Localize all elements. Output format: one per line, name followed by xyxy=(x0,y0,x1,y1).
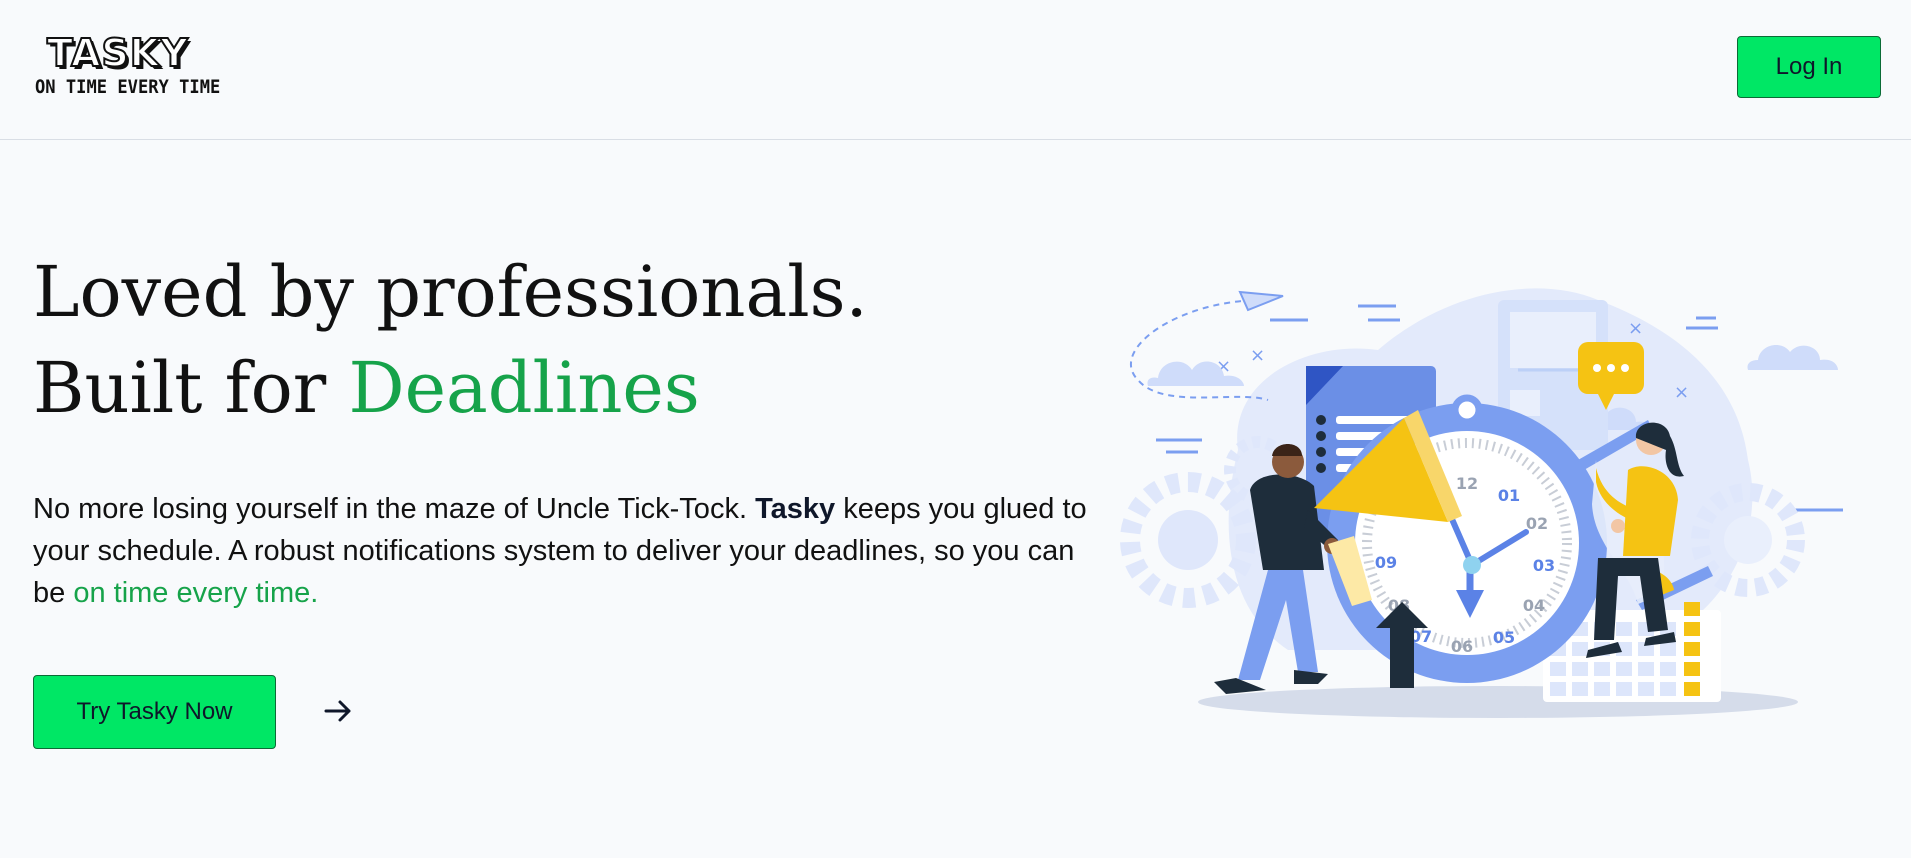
svg-text:04: 04 xyxy=(1523,596,1545,615)
tasky-logo[interactable]: TASKY ON TIME EVERY TIME xyxy=(35,31,225,98)
site-header: TASKY ON TIME EVERY TIME Log In xyxy=(0,0,1911,140)
svg-text:×: × xyxy=(1250,345,1265,366)
svg-text:12: 12 xyxy=(1456,474,1478,493)
svg-text:03: 03 xyxy=(1533,556,1555,575)
svg-text:01: 01 xyxy=(1498,486,1520,505)
description-brand: Tasky xyxy=(755,493,836,525)
svg-text:×: × xyxy=(1628,318,1643,339)
headline-line-2-prefix: Built for xyxy=(33,347,349,429)
svg-text:09: 09 xyxy=(1375,553,1397,572)
headline-line-1: Loved by professionals. xyxy=(33,251,868,333)
svg-text:02: 02 xyxy=(1526,514,1548,533)
arrow-right-icon[interactable] xyxy=(323,696,353,726)
try-tasky-button[interactable]: Try Tasky Now xyxy=(33,675,276,749)
headline-accent: Deadlines xyxy=(348,347,700,429)
hero-headline: Loved by professionals. Built for Deadli… xyxy=(33,244,868,436)
clock-deadline-illustration: × × × × 12 01 02 03 04 05 06 07 09 xyxy=(1120,288,1843,718)
svg-text:06: 06 xyxy=(1451,637,1473,656)
svg-text:05: 05 xyxy=(1493,628,1515,647)
description-part-1: No more losing yourself in the maze of U… xyxy=(33,493,756,525)
login-button[interactable]: Log In xyxy=(1737,36,1881,98)
description-accent: on time every time. xyxy=(73,577,319,609)
logo-tagline: ON TIME EVERY TIME xyxy=(35,76,221,98)
logo-wordmark: TASKY xyxy=(46,31,189,75)
hero-description: No more losing yourself in the maze of U… xyxy=(33,488,1093,614)
svg-text:×: × xyxy=(1674,382,1689,403)
